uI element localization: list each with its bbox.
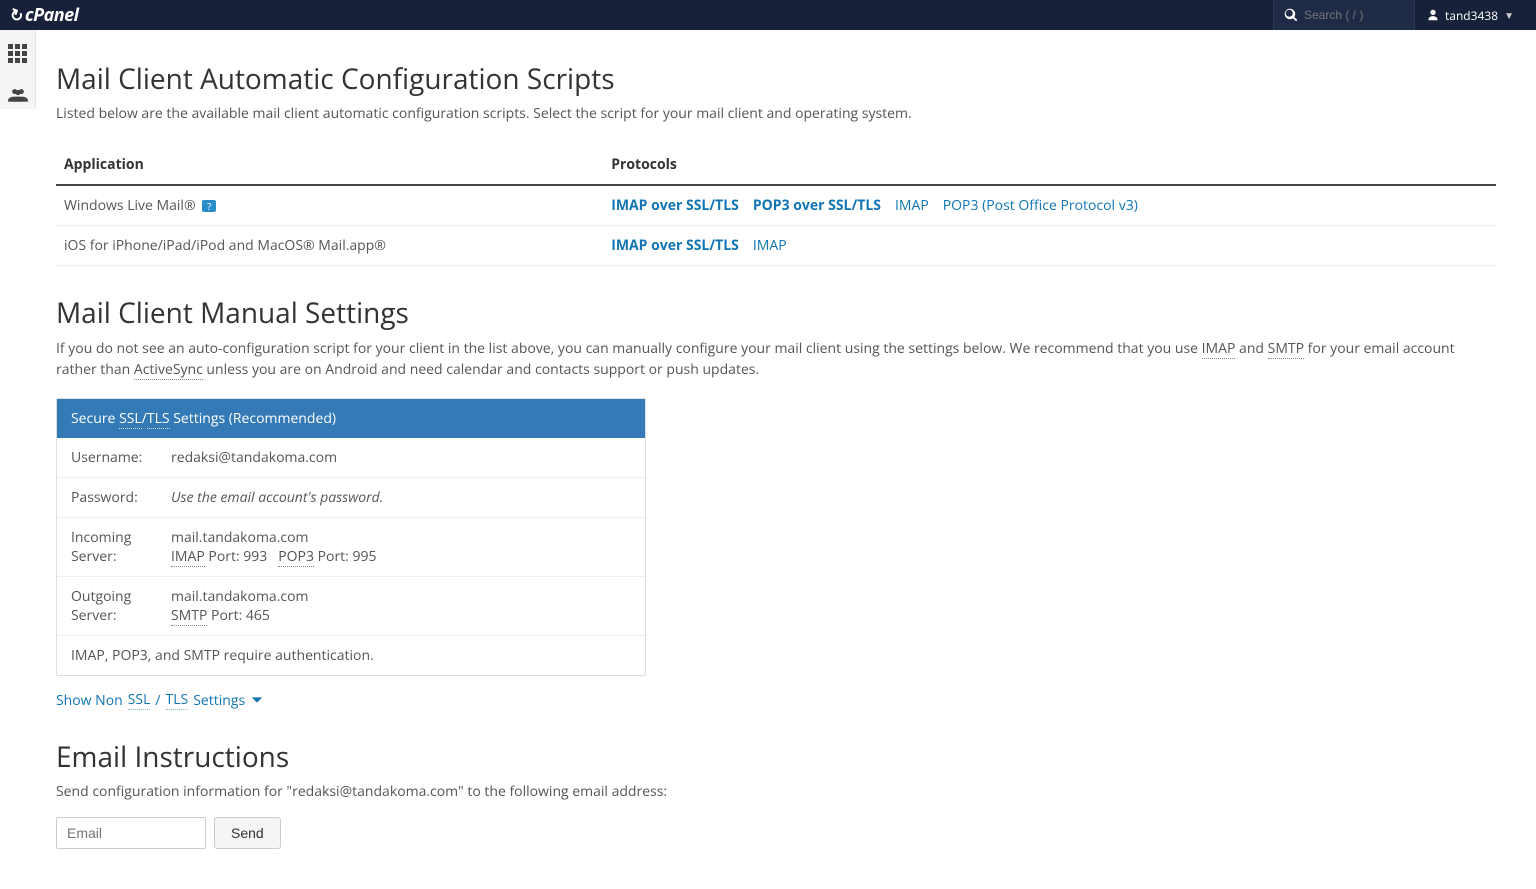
protocol-link[interactable]: IMAP <box>895 196 929 215</box>
send-button[interactable]: Send <box>214 817 281 849</box>
manual-heading: Mail Client Manual Settings <box>56 294 1496 332</box>
app-cell: Windows Live Mail® ? <box>56 185 603 226</box>
username-value: redaksi@tandakoma.com <box>171 448 337 467</box>
search-input[interactable] <box>1304 8 1404 22</box>
show-non-ssl-toggle[interactable]: Show Non SSL/TLS Settings <box>56 690 264 710</box>
protocols-cell: IMAP over SSL/TLS POP3 over SSL/TLS IMAP PO… <box>603 185 1496 226</box>
smtp-abbr: SMTP <box>1268 339 1304 359</box>
password-value: Use the email account's password. <box>171 488 383 507</box>
users-icon[interactable] <box>8 85 28 109</box>
user-icon <box>1427 9 1439 21</box>
protocol-link[interactable]: IMAP <box>753 236 787 255</box>
ssl-settings-header: Secure SSL/TLS Settings (Recommended) <box>57 399 645 438</box>
chevron-down-icon <box>250 693 264 707</box>
imap-abbr: IMAP <box>1202 339 1236 359</box>
caret-down-icon: ▼ <box>1504 8 1514 22</box>
script-row: Windows Live Mail® ? IMAP over SSL/TLS POP… <box>56 185 1496 226</box>
username-label: tand3438 <box>1445 7 1498 24</box>
instructions-desc: Send configuration information for "reda… <box>56 782 1496 801</box>
instructions-heading: Email Instructions <box>56 738 1496 776</box>
outgoing-row: OutgoingServer: mail.tandakoma.com SMTP … <box>57 577 645 636</box>
col-protocols: Protocols <box>603 145 1496 185</box>
activesync-abbr: ActiveSync <box>134 360 203 380</box>
username-row: Username: redaksi@tandakoma.com <box>57 438 645 478</box>
user-menu[interactable]: tand3438 ▼ <box>1414 0 1526 30</box>
incoming-server: mail.tandakoma.com <box>171 528 377 547</box>
scripts-table: Application Protocols Windows Live Mail®… <box>56 145 1496 266</box>
protocols-cell: IMAP over SSL/TLS IMAP <box>603 226 1496 266</box>
protocol-link[interactable]: POP3 (Post Office Protocol v3) <box>943 196 1138 215</box>
protocol-link[interactable]: POP3 over SSL/TLS <box>753 196 881 215</box>
email-input[interactable] <box>56 817 206 849</box>
outgoing-server: mail.tandakoma.com <box>171 587 308 606</box>
protocol-link[interactable]: IMAP over SSL/TLS <box>611 196 739 215</box>
incoming-row: IncomingServer: mail.tandakoma.com IMAP … <box>57 518 645 577</box>
app-cell: iOS for iPhone/iPad/iPod and MacOS® Mail… <box>56 226 603 266</box>
protocol-link[interactable]: IMAP over SSL/TLS <box>611 236 739 255</box>
left-sidebar <box>0 30 36 109</box>
col-application: Application <box>56 145 603 185</box>
search-icon <box>1284 8 1298 22</box>
help-icon[interactable]: ? <box>202 200 216 212</box>
main-content: Mail Client Automatic Configuration Scri… <box>36 30 1536 889</box>
scripts-heading: Mail Client Automatic Configuration Scri… <box>56 60 1496 98</box>
auth-note: IMAP, POP3, and SMTP require authenticat… <box>57 636 645 675</box>
top-bar: cPanel tand3438 ▼ <box>0 0 1536 30</box>
search-container <box>1273 0 1414 30</box>
apps-grid-icon[interactable] <box>8 44 27 63</box>
manual-description: If you do not see an auto-configuration … <box>56 338 1496 380</box>
script-row: iOS for iPhone/iPad/iPod and MacOS® Mail… <box>56 226 1496 266</box>
scripts-subtitle: Listed below are the available mail clie… <box>56 104 1496 123</box>
cpanel-logo[interactable]: cPanel <box>10 3 79 27</box>
ssl-settings-card: Secure SSL/TLS Settings (Recommended) Us… <box>56 398 646 676</box>
password-row: Password: Use the email account's passwo… <box>57 478 645 518</box>
